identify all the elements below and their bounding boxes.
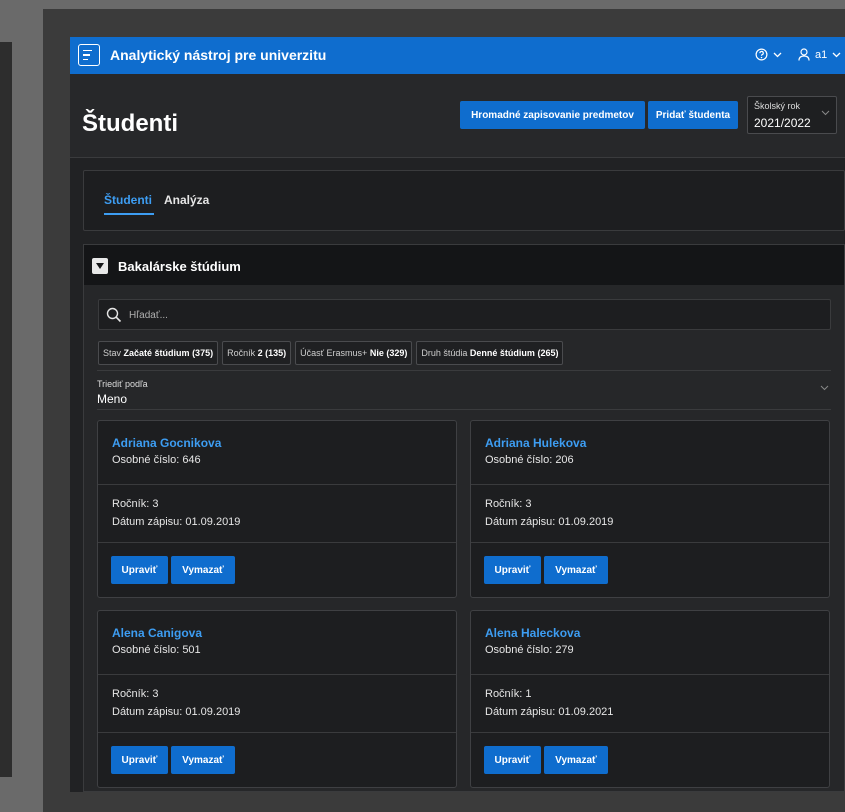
filter-chip-erasmus[interactable]: Účasť Erasmus+ Nie (329): [295, 341, 413, 365]
student-card: Adriana Gocnikova Osobné číslo: 646 Ročn…: [97, 420, 457, 598]
chip-count: (329): [386, 348, 408, 358]
student-name-link[interactable]: Adriana Hulekova: [485, 436, 586, 450]
filter-chip-status[interactable]: Stav Začaté štúdium (375): [98, 341, 219, 365]
chip-label: Účasť Erasmus+: [300, 348, 368, 358]
add-student-button[interactable]: Pridať študenta: [648, 101, 738, 129]
chip-label: Stav: [103, 348, 122, 358]
student-id: Osobné číslo: 206: [485, 454, 574, 466]
student-year: Ročník: 3: [112, 498, 159, 510]
chip-label: Druh štúdia: [421, 348, 468, 358]
help-menu[interactable]: [755, 48, 782, 61]
tabs-bar: Študenti Analýza: [83, 170, 845, 231]
help-icon: [755, 48, 768, 61]
student-year: Ročník: 3: [485, 498, 532, 510]
sort-select[interactable]: Triediť podľa Meno: [97, 370, 831, 410]
chip-value: Nie: [369, 348, 384, 358]
chip-count: (265): [537, 348, 559, 358]
student-year: Ročník: 3: [112, 688, 159, 700]
student-name-link[interactable]: Adriana Gocnikova: [112, 436, 221, 450]
card-header: Adriana Gocnikova Osobné číslo: 646: [98, 421, 456, 485]
card-details: Ročník: 3 Dátum zápisu: 01.09.2019: [98, 675, 456, 733]
student-enroll-date: Dátum zápisu: 01.09.2021: [485, 706, 614, 718]
student-id: Osobné číslo: 279: [485, 644, 574, 656]
chevron-down-icon: [773, 52, 782, 57]
student-enroll-date: Dátum zápisu: 01.09.2019: [112, 706, 241, 718]
search-input[interactable]: [129, 306, 819, 324]
delete-button[interactable]: Vymazať: [544, 556, 608, 584]
student-id: Osobné číslo: 501: [112, 644, 201, 656]
filter-chip-year[interactable]: Ročník 2 (135): [222, 341, 292, 365]
school-year-value: 2021/2022: [754, 116, 811, 130]
bulk-enroll-button[interactable]: Hromadné zapisovanie predmetov: [460, 101, 645, 129]
filter-chips: Stav Začaté štúdium (375) Ročník 2 (135)…: [98, 341, 564, 365]
student-year: Ročník: 1: [485, 688, 532, 700]
navigation-menu-icon[interactable]: [78, 44, 100, 66]
top-navigation-bar: Analytický nástroj pre univerzitu a1: [70, 37, 845, 74]
filter-chip-study-type[interactable]: Druh štúdia Denné štúdium (265): [416, 341, 564, 365]
student-card: Adriana Hulekova Osobné číslo: 206 Roční…: [470, 420, 830, 598]
delete-button[interactable]: Vymazať: [544, 746, 608, 774]
chip-count: (135): [265, 348, 287, 358]
card-details: Ročník: 3 Dátum zápisu: 01.09.2019: [471, 485, 829, 543]
student-card: Alena Haleckova Osobné číslo: 279 Ročník…: [470, 610, 830, 788]
card-details: Ročník: 1 Dátum zápisu: 01.09.2021: [471, 675, 829, 733]
search-box: [98, 299, 831, 330]
app-title: Analytický nástroj pre univerzitu: [110, 47, 327, 63]
school-year-label: Školský rok: [754, 101, 801, 111]
school-year-select[interactable]: Školský rok 2021/2022: [747, 96, 837, 134]
student-id: Osobné číslo: 646: [112, 454, 201, 466]
student-name-link[interactable]: Alena Canigova: [112, 626, 202, 640]
chevron-down-icon: [832, 52, 841, 57]
chip-label: Ročník: [227, 348, 256, 358]
card-header: Alena Haleckova Osobné číslo: 279: [471, 611, 829, 675]
region-header: Bakalárske štúdium: [84, 245, 844, 285]
chip-value: Denné štúdium: [469, 348, 535, 358]
delete-button[interactable]: Vymazať: [171, 556, 235, 584]
user-menu[interactable]: a1: [798, 48, 841, 61]
chevron-down-icon: [821, 110, 830, 116]
app-window: Analytický nástroj pre univerzitu a1 Štu…: [70, 37, 845, 792]
edit-button[interactable]: Upraviť: [111, 746, 168, 774]
delete-button[interactable]: Vymazať: [171, 746, 235, 774]
chip-value: 2: [257, 348, 263, 358]
collapse-toggle-icon[interactable]: [92, 258, 108, 274]
student-enroll-date: Dátum zápisu: 01.09.2019: [485, 516, 614, 528]
page-title: Študenti: [82, 110, 178, 137]
student-enroll-date: Dátum zápisu: 01.09.2019: [112, 516, 241, 528]
sort-value: Meno: [97, 392, 128, 406]
search-icon: [106, 307, 122, 323]
user-icon: [798, 48, 810, 61]
tab-analysis[interactable]: Analýza: [164, 193, 209, 207]
chip-count: (375): [192, 348, 214, 358]
tab-students[interactable]: Študenti: [104, 193, 154, 215]
edit-button[interactable]: Upraviť: [484, 746, 541, 774]
background-panel-left: [0, 42, 12, 777]
card-header: Alena Canigova Osobné číslo: 501: [98, 611, 456, 675]
bachelor-study-region: Bakalárske štúdium Stav Začaté štúdium (…: [83, 244, 845, 792]
edit-button[interactable]: Upraviť: [111, 556, 168, 584]
region-title: Bakalárske štúdium: [118, 259, 241, 274]
card-header: Adriana Hulekova Osobné číslo: 206: [471, 421, 829, 485]
chevron-down-icon: [820, 385, 829, 391]
page-header: Študenti Hromadné zapisovanie predmetov …: [70, 74, 845, 158]
user-name: a1: [815, 48, 828, 61]
sort-label: Triediť podľa: [97, 379, 148, 389]
card-details: Ročník: 3 Dátum zápisu: 01.09.2019: [98, 485, 456, 543]
chip-value: Začaté štúdium: [123, 348, 190, 358]
student-card: Alena Canigova Osobné číslo: 501 Ročník:…: [97, 610, 457, 788]
student-name-link[interactable]: Alena Haleckova: [485, 626, 580, 640]
edit-button[interactable]: Upraviť: [484, 556, 541, 584]
